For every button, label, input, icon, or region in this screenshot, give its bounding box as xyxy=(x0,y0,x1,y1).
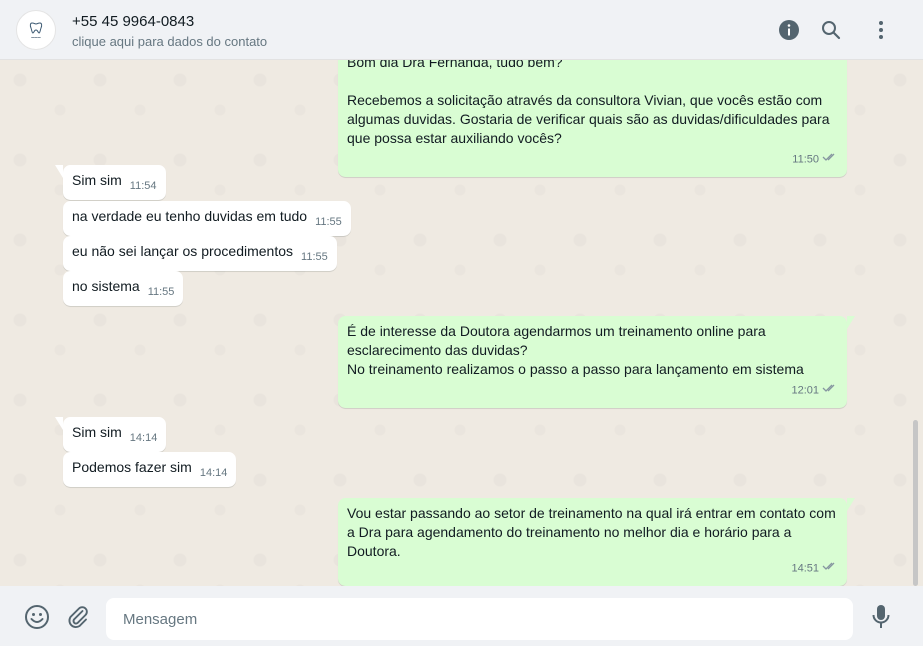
message-text: Sim sim xyxy=(72,172,122,188)
chat-messages-area[interactable]: Bom dia Dra Fernanda, tudo bem? Recebemo… xyxy=(0,60,923,586)
emoji-icon[interactable] xyxy=(24,604,50,630)
message-input[interactable] xyxy=(106,598,853,640)
message-text: É de interesse da Doutora agendarmos um … xyxy=(347,323,804,377)
message-time: 11:55 xyxy=(301,251,328,263)
message-text: no sistema xyxy=(72,278,140,294)
contact-avatar[interactable]: ▬▬▬ xyxy=(16,10,56,50)
incoming-message[interactable]: na verdade eu tenho duvidas em tudo 11:55 xyxy=(63,201,351,236)
chat-scrollbar[interactable] xyxy=(913,420,918,586)
read-ticks-icon xyxy=(822,559,838,578)
message-time: 11:55 xyxy=(147,286,175,298)
message-time: 11:55 xyxy=(315,216,342,228)
message-text: Sim sim xyxy=(72,424,122,440)
chat-header[interactable]: ▬▬▬ +55 45 9964-0843 clique aqui para da… xyxy=(0,0,923,60)
outgoing-message[interactable]: Vou estar passando ao setor de treinamen… xyxy=(338,498,855,586)
incoming-message[interactable]: Sim sim 14:14 xyxy=(55,417,167,452)
message-text: Bom dia Dra Fernanda, tudo bem? Recebemo… xyxy=(347,60,830,146)
avatar-logo-mark: ▬▬▬ xyxy=(31,34,41,39)
message-text: Podemos fazer sim xyxy=(72,459,192,475)
message-composer xyxy=(0,586,923,646)
incoming-message[interactable]: eu não sei lançar os procedimentos 11:55 xyxy=(63,236,337,271)
message-time: 12:01 xyxy=(791,384,819,397)
contact-name[interactable]: +55 45 9964-0843 xyxy=(72,13,194,30)
incoming-message[interactable]: no sistema 11:55 xyxy=(63,271,184,306)
contact-subtitle[interactable]: clique aqui para dados do contato xyxy=(72,34,267,49)
message-text: Vou estar passando ao setor de treinamen… xyxy=(347,505,836,559)
bubble-tail xyxy=(847,498,855,511)
message-text: eu não sei lançar os procedimentos xyxy=(72,243,294,259)
incoming-message[interactable]: Sim sim 11:54 xyxy=(55,165,166,200)
search-icon[interactable] xyxy=(820,19,842,41)
incoming-message[interactable]: Podemos fazer sim 14:14 xyxy=(63,452,237,487)
message-text: na verdade eu tenho duvidas em tudo xyxy=(72,208,308,224)
message-time: 11:50 xyxy=(792,153,819,166)
bubble-tail xyxy=(55,165,63,178)
tooth-logo-icon xyxy=(29,21,43,34)
bubble-tail xyxy=(847,316,855,329)
message-time: 14:14 xyxy=(199,467,228,479)
message-time: 14:14 xyxy=(129,432,158,444)
info-icon[interactable] xyxy=(778,19,800,41)
menu-dots-icon[interactable] xyxy=(870,19,892,41)
outgoing-message[interactable]: Bom dia Dra Fernanda, tudo bem? Recebemo… xyxy=(338,60,847,178)
message-time: 14:51 xyxy=(791,562,819,575)
outgoing-message[interactable]: É de interesse da Doutora agendarmos um … xyxy=(338,316,855,409)
read-ticks-icon xyxy=(822,150,838,169)
read-ticks-icon xyxy=(822,381,838,400)
message-time: 11:54 xyxy=(129,180,157,192)
attach-icon[interactable] xyxy=(65,604,91,630)
mic-icon[interactable] xyxy=(868,604,894,630)
bubble-tail xyxy=(55,417,63,430)
